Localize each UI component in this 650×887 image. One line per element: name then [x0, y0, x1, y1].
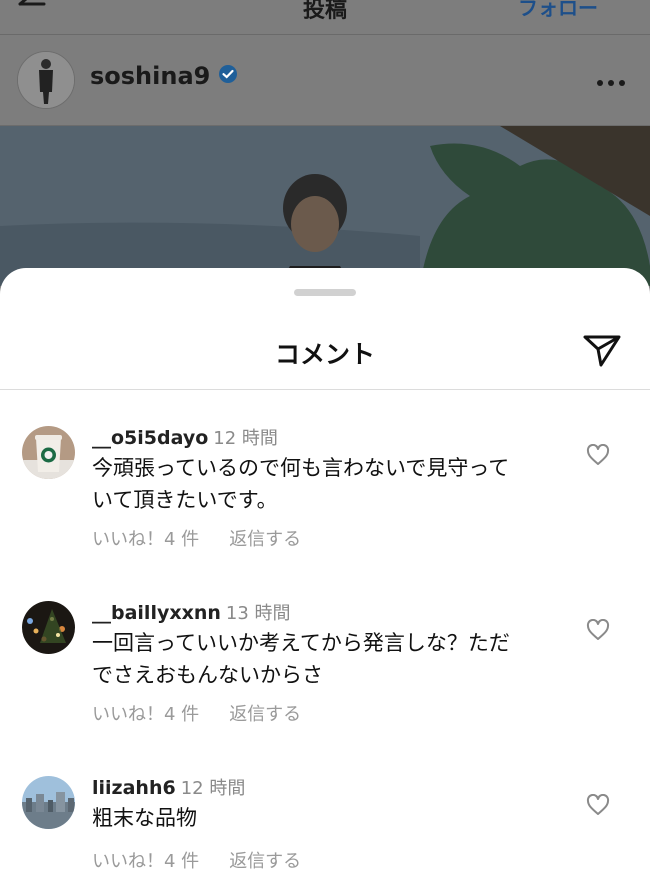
reply-link[interactable]: 返信する: [229, 851, 301, 872]
heart-icon[interactable]: [586, 443, 610, 470]
comment-username[interactable]: liizahh6: [92, 777, 176, 799]
comment-username[interactable]: __o5i5dayo: [92, 427, 208, 449]
comment-text-line: 今頑張っているので何も言わないで見守って: [92, 456, 510, 480]
like-count-link[interactable]: いいね！4 件: [92, 851, 199, 872]
comment-actions: いいね！4 件 返信する: [92, 847, 301, 873]
sheet-grabber[interactable]: [294, 289, 356, 296]
more-options-icon[interactable]: [596, 72, 626, 91]
comment-avatar[interactable]: [22, 426, 75, 479]
post-photo: [0, 126, 650, 286]
comment-avatar[interactable]: [22, 601, 75, 654]
comment-time: 12 時間: [213, 428, 278, 449]
comment-text-line: いて頂きたいです。: [92, 488, 278, 512]
comment-header: __baillyxxnn 13 時間: [92, 599, 291, 625]
like-count-link[interactable]: いいね！4 件: [92, 529, 199, 550]
comment-actions: いいね！4 件 返信する: [92, 525, 301, 551]
like-count-link[interactable]: いいね！4 件: [92, 704, 199, 725]
reply-link[interactable]: 返信する: [229, 704, 301, 725]
nav-bar: 投稿 フォロー: [0, 0, 650, 35]
comments-sheet: コメント __o5i5dayo 12 時間 今頑張っているので何も言わないで見守っ…: [0, 268, 650, 887]
comment-header: __o5i5dayo 12 時間: [92, 424, 278, 450]
comment-actions: いいね！4 件 返信する: [92, 700, 301, 726]
profile-avatar[interactable]: [17, 51, 75, 109]
profile-username[interactable]: soshina9: [90, 62, 238, 90]
comment-text: 一回言っていいか考えてから発言しな？ただ でさえおもんないからさ: [92, 627, 562, 691]
verified-badge-icon: [218, 62, 238, 90]
comment-header: liizahh6 12 時間: [92, 774, 245, 800]
comment-text-line: 一回言っていいか考えてから発言しな？ただ: [92, 631, 510, 655]
sheet-title: コメント: [274, 340, 375, 369]
comment-text: 今頑張っているので何も言わないで見守って いて頂きたいです。: [92, 452, 562, 516]
reply-link[interactable]: 返信する: [229, 529, 301, 550]
heart-icon[interactable]: [586, 618, 610, 645]
comment-username[interactable]: __baillyxxnn: [92, 602, 221, 624]
comment-text-line: 粗末な品物: [92, 806, 197, 830]
sheet-divider: [0, 389, 650, 390]
comment-avatar[interactable]: [22, 776, 75, 829]
comment-time: 12 時間: [180, 778, 246, 799]
send-icon[interactable]: [582, 333, 622, 373]
comment-text-line: でさえおもんないからさ: [92, 663, 323, 687]
follow-link[interactable]: フォロー: [518, 0, 598, 21]
comment-time: 13 時間: [225, 603, 291, 624]
post-header-area: 投稿 フォロー soshina9: [0, 0, 650, 126]
comment-text: 粗末な品物: [92, 802, 562, 834]
heart-icon[interactable]: [586, 793, 610, 820]
